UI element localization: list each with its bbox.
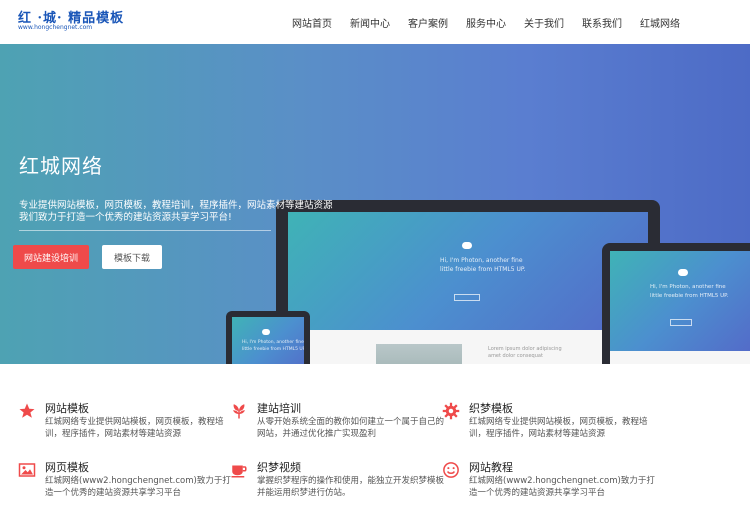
hero-title: 红城网络	[19, 154, 103, 178]
site-logo[interactable]: 红 ·城· 精品模板 www.hongchengnet.com	[18, 7, 123, 37]
hero-banner: Hi, I'm Photon, another fine little free…	[0, 44, 750, 364]
logo-url-text: www.hongchengnet.com	[18, 24, 93, 31]
features-section: 网站模板 红城网络专业提供网站模板，网页模板，教程培训，程序插件，网站素材等建站…	[0, 364, 750, 521]
feature-title: 网站模板	[45, 402, 89, 415]
nav-item-news[interactable]: 新闻中心	[350, 15, 390, 30]
gear-icon	[442, 402, 460, 420]
laptop-mock-text: Hi, I'm Photon, another fine little free…	[440, 257, 526, 273]
tablet-screen: Hi, I'm Photon, another fine little free…	[610, 251, 750, 351]
smiley-icon	[443, 462, 459, 478]
cloud-icon	[262, 329, 270, 335]
tablet-mockup: Hi, I'm Photon, another fine little free…	[602, 243, 750, 364]
nav-item-contact[interactable]: 联系我们	[582, 15, 622, 30]
cloud-icon	[678, 269, 688, 276]
nav-item-about[interactable]: 关于我们	[524, 15, 564, 30]
phone-mockup: Hi, I'm Photon, another fine little freeb…	[226, 311, 310, 364]
feature-desc: 掌握织梦程序的操作和使用，能独立开发织梦模板并能运用织梦进行仿站。	[257, 476, 445, 498]
site-header: 红 ·城· 精品模板 www.hongchengnet.com 网站首页 新闻中…	[0, 0, 750, 44]
coffee-cup-icon	[231, 465, 247, 478]
hero-subtitle-2: 我们致力于打造一个优秀的建站资源共享学习平台!	[19, 212, 232, 223]
feature-title: 建站培训	[257, 402, 301, 415]
nav-item-home[interactable]: 网站首页	[292, 15, 332, 30]
laptop-mock-photo	[376, 344, 462, 364]
template-download-button[interactable]: 模板下载	[102, 245, 162, 269]
star-icon	[19, 403, 35, 418]
main-nav: 网站首页 新闻中心 客户案例 服务中心 关于我们 联系我们 红城网络	[292, 0, 698, 44]
feature-desc: 红城网络专业提供网站模板，网页模板，教程培训，程序插件，网站素材等建站资源	[45, 417, 224, 439]
laptop-mock-lorem: Lorem ipsum dolor adipiscing amet dolor …	[488, 346, 562, 359]
phone-mock-text: Hi, I'm Photon, another fine little freeb…	[242, 340, 304, 352]
laptop-screen: Hi, I'm Photon, another fine little free…	[288, 212, 648, 330]
feature-desc: 红城网络(www2.hongchengnet.com)致力于打造一个优秀的建站资…	[469, 476, 655, 498]
website-training-button[interactable]: 网站建设培训	[13, 245, 89, 269]
feature-title: 织梦视频	[257, 461, 301, 474]
flower-icon	[233, 404, 245, 419]
tablet-lower-content	[610, 351, 750, 364]
nav-item-hongcheng[interactable]: 红城网络	[640, 15, 680, 30]
tablet-mock-button	[670, 319, 692, 326]
tablet-mock-text: Hi, I'm Photon, another fine little free…	[650, 284, 729, 299]
image-icon	[18, 463, 36, 477]
feature-title: 织梦模板	[469, 402, 513, 415]
feature-desc: 红城网络(www2.hongchengnet.com)致力于打造一个优秀的建站资…	[45, 476, 231, 498]
laptop-mock-button	[454, 294, 480, 301]
cloud-icon	[462, 242, 472, 249]
feature-title: 网页模板	[45, 461, 89, 474]
phone-screen: Hi, I'm Photon, another fine little freeb…	[232, 317, 304, 364]
hero-divider	[19, 230, 271, 231]
feature-title: 网站教程	[469, 461, 513, 474]
nav-item-cases[interactable]: 客户案例	[408, 15, 448, 30]
feature-desc: 红城网络专业提供网站模板，网页模板，教程培训，程序插件，网站素材等建站资源	[469, 417, 648, 439]
laptop-lower-content: Lorem ipsum dolor adipiscing amet dolor …	[288, 330, 648, 364]
feature-desc: 从零开始系统全面的教你如何建立一个属于自己的网站，并通过优化推广实现盈利	[257, 417, 445, 439]
nav-item-service[interactable]: 服务中心	[466, 15, 506, 30]
